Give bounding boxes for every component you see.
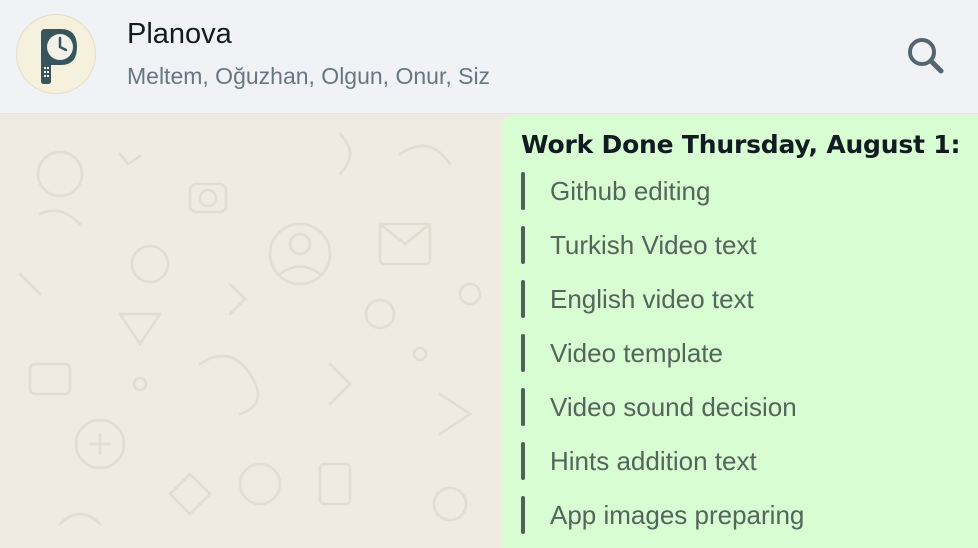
- list-item: Github editing: [521, 172, 978, 226]
- task-text: Video sound decision: [550, 392, 797, 422]
- task-text: Github editing: [550, 176, 711, 206]
- list-item: Video template: [521, 334, 978, 388]
- chat-header[interactable]: Planova Meltem, Oğuzhan, Olgun, Onur, Si…: [0, 0, 978, 114]
- quote-bar: [521, 496, 525, 534]
- list-item: English video text: [521, 280, 978, 334]
- list-item: Video sound decision: [521, 388, 978, 442]
- task-text: English video text: [550, 284, 754, 314]
- message-title: Work Done Thursday, August 1:: [521, 130, 961, 159]
- group-avatar[interactable]: [16, 14, 96, 94]
- chat-members[interactable]: Meltem, Oğuzhan, Olgun, Onur, Siz: [127, 60, 490, 92]
- task-list: Github editing Turkish Video text Englis…: [521, 172, 978, 548]
- list-item: Hints addition text: [521, 442, 978, 496]
- list-item: App images preparing: [521, 496, 978, 548]
- quote-bar: [521, 442, 525, 480]
- chat-window: Planova Meltem, Oğuzhan, Olgun, Onur, Si…: [0, 0, 978, 548]
- task-text: Hints addition text: [550, 446, 757, 476]
- list-item: Turkish Video text: [521, 226, 978, 280]
- planova-logo-icon: [41, 29, 77, 84]
- quote-bar: [521, 172, 525, 210]
- task-text: Turkish Video text: [550, 230, 757, 260]
- message-bubble[interactable]: Work Done Thursday, August 1: Github edi…: [502, 116, 978, 548]
- quote-bar: [521, 280, 525, 318]
- quote-bar: [521, 334, 525, 372]
- task-text: App images preparing: [550, 500, 805, 530]
- chat-title[interactable]: Planova: [127, 16, 232, 52]
- quote-bar: [521, 388, 525, 426]
- search-icon: [908, 38, 944, 74]
- search-button[interactable]: [900, 30, 952, 82]
- task-text: Video template: [550, 338, 723, 368]
- quote-bar: [521, 226, 525, 264]
